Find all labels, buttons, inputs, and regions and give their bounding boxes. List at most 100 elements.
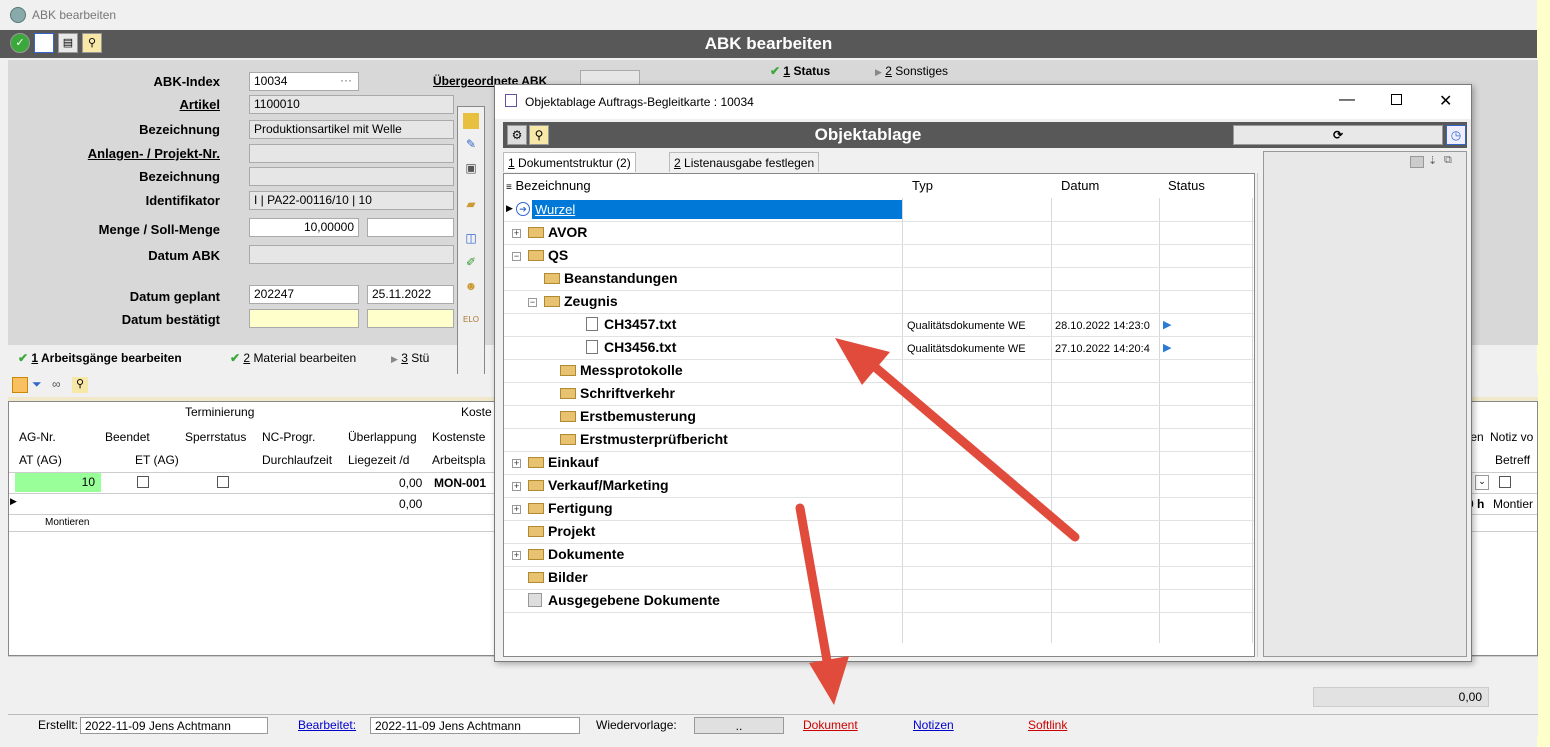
tree-node-verkauf[interactable]: + Verkauf/Marketing xyxy=(512,477,669,493)
liegezeit-cell[interactable]: 0,00 xyxy=(399,497,422,511)
kostenstelle-cell[interactable]: MON-001 xyxy=(434,476,486,490)
soll-menge-field[interactable] xyxy=(367,218,454,237)
tree-node-avor[interactable]: + AVOR xyxy=(512,224,587,240)
artikel-field[interactable]: 1100010 xyxy=(249,95,454,114)
filter-icon[interactable]: ⏷ xyxy=(32,377,48,393)
edit-doc-icon[interactable]: ✐ xyxy=(463,255,479,271)
liegezeit-cell[interactable]: 0,00 xyxy=(399,476,422,490)
tab-listenausgabe[interactable]: 2 Listenausgabe festlegen xyxy=(669,152,820,172)
tree-label[interactable]: Wurzel xyxy=(535,202,575,217)
col-notiz[interactable]: Notiz vo xyxy=(1490,430,1533,444)
col-bezeichnung[interactable]: ≡ Bezeichnung xyxy=(506,178,591,193)
tree-node-einkauf[interactable]: + Einkauf xyxy=(512,454,599,470)
col-ueberlappung[interactable]: Überlappung xyxy=(348,430,417,444)
expand-icon[interactable]: + xyxy=(512,459,521,468)
col-nc-progr[interactable]: NC-Progr. xyxy=(262,430,315,444)
col-datum[interactable]: Datum xyxy=(1061,178,1099,193)
bearbeitet-link[interactable]: Bearbeitet: xyxy=(298,718,356,732)
col-at[interactable]: AT (AG) xyxy=(19,453,62,467)
tree-node-ausgegebene-dokumente[interactable]: Ausgegebene Dokumente xyxy=(528,592,720,608)
softlink-link[interactable]: Softlink xyxy=(1028,718,1067,732)
tree-node-qs[interactable]: − QS xyxy=(512,247,568,263)
tree-node-schriftverkehr[interactable]: Schriftverkehr xyxy=(560,385,675,401)
collapse-icon[interactable]: − xyxy=(528,298,537,307)
tree-node-erstbemusterung[interactable]: Erstbemusterung xyxy=(560,408,696,424)
tab-material[interactable]: ✔ 2 Material bearbeiten xyxy=(230,351,356,365)
users-icon[interactable]: ☻ xyxy=(463,279,479,295)
play-status-icon[interactable]: ▶ xyxy=(1163,341,1171,354)
datum-geplant-week[interactable]: 202247 xyxy=(249,285,359,304)
tab-sonstiges[interactable]: ▶ 2 Sonstiges xyxy=(875,64,948,78)
collapse-icon[interactable]: − xyxy=(512,252,521,261)
grid-icon[interactable] xyxy=(12,377,28,393)
pencil-icon[interactable]: ✎ xyxy=(463,137,479,153)
folder-open-icon[interactable]: ▰ xyxy=(463,197,479,213)
datum-geplant-date[interactable]: 25.11.2022 xyxy=(367,285,454,304)
col-sperrstatus[interactable]: Sperrstatus xyxy=(185,430,246,444)
tab-dokumentstruktur[interactable]: 1 Dokumentstruktur (2) xyxy=(503,152,636,172)
bezeichnung-field[interactable]: Produktionsartikel mit Welle xyxy=(249,120,454,139)
dokument-link[interactable]: Dokument xyxy=(803,718,858,732)
preview-image-icon[interactable] xyxy=(1410,156,1424,168)
dropdown-icon[interactable]: ⌄ xyxy=(1475,475,1489,490)
expand-icon[interactable]: + xyxy=(512,505,521,514)
tree-node-fertigung[interactable]: + Fertigung xyxy=(512,500,613,516)
betreff-cell[interactable]: Montier xyxy=(1493,497,1533,511)
col-typ[interactable]: Typ xyxy=(912,178,933,193)
wurzel-selection[interactable] xyxy=(532,200,902,219)
tree-node-projekt[interactable]: Projekt xyxy=(528,523,595,539)
col-durchlaufzeit[interactable]: Durchlaufzeit xyxy=(262,453,332,467)
sort-icon[interactable]: ⇣ xyxy=(1428,154,1437,167)
database-icon[interactable] xyxy=(463,113,479,129)
anlagen-field[interactable] xyxy=(249,144,454,163)
col-beendet[interactable]: Beendet xyxy=(105,430,150,444)
col-status[interactable]: Status xyxy=(1168,178,1205,193)
tab-arbeitsgaenge[interactable]: ✔ 1 Arbeitsgänge bearbeiten xyxy=(18,351,182,365)
splitter[interactable] xyxy=(1257,173,1262,657)
tree-node-bilder[interactable]: Bilder xyxy=(528,569,588,585)
camera-icon[interactable]: ▣ xyxy=(463,161,479,177)
expand-icon[interactable]: + xyxy=(512,551,521,560)
datum-bestaetigt-week[interactable] xyxy=(249,309,359,328)
close-icon[interactable]: ✕ xyxy=(1439,91,1452,111)
bezeichnung2-field[interactable] xyxy=(249,167,454,186)
maximize-icon[interactable] xyxy=(1391,94,1402,105)
wiedervorlage-button[interactable]: .. xyxy=(694,717,784,734)
artikel-label[interactable]: Artikel xyxy=(0,97,220,112)
sperrstatus-checkbox[interactable] xyxy=(217,476,229,488)
tab-stueckliste[interactable]: ▶ 3 Stü xyxy=(391,351,429,365)
identifikator-field[interactable]: I | PA22-00116/10 | 10 xyxy=(249,191,454,210)
elo-icon[interactable]: ELO xyxy=(463,315,479,331)
tree-node-erstmusterpruefbericht[interactable]: Erstmusterprüfbericht xyxy=(560,431,728,447)
tree-node-messprotokolle[interactable]: Messprotokolle xyxy=(560,362,683,378)
datum-bestaetigt-date[interactable] xyxy=(367,309,454,328)
col-kostenstelle[interactable]: Kostenste xyxy=(432,430,485,444)
col-betreff[interactable]: Betreff xyxy=(1495,453,1530,467)
notiz-checkbox[interactable] xyxy=(1499,476,1511,488)
tree-row-wurzel[interactable]: ▶ ➔ Wurzel xyxy=(504,198,902,221)
tree-node-dokumente[interactable]: + Dokumente xyxy=(512,546,624,562)
restore-icon[interactable]: ⧉ xyxy=(1444,154,1452,167)
clock-icon[interactable]: ◷ xyxy=(1446,125,1466,145)
expand-icon[interactable]: + xyxy=(512,229,521,238)
col-arbeitsplatz[interactable]: Arbeitspla xyxy=(432,453,485,467)
ag-nr-cell[interactable]: 10 xyxy=(15,473,101,492)
notizen-link[interactable]: Notizen xyxy=(913,718,954,732)
tab-status[interactable]: ✔ 1 Status xyxy=(770,64,830,78)
col-et[interactable]: ET (AG) xyxy=(135,453,179,467)
col-ag-nr[interactable]: AG-Nr. xyxy=(19,430,56,444)
beendet-checkbox[interactable] xyxy=(137,476,149,488)
preview-icon[interactable]: ◫ xyxy=(463,231,479,247)
anlagen-label[interactable]: Anlagen- / Projekt-Nr. xyxy=(0,146,220,161)
tree-node-beanstandungen[interactable]: Beanstandungen xyxy=(544,270,678,286)
expand-icon[interactable]: + xyxy=(512,482,521,491)
search-icon[interactable]: ⚲ xyxy=(72,377,88,393)
datum-abk-field[interactable] xyxy=(249,245,454,264)
refresh-button[interactable]: ⟳ xyxy=(1233,125,1443,145)
ellipsis-icon[interactable]: ··· xyxy=(340,73,352,87)
tree-file-ch3456[interactable]: CH3456.txt xyxy=(586,339,676,355)
tree-file-ch3457[interactable]: CH3457.txt xyxy=(586,316,676,332)
abk-index-field[interactable]: 10034 ··· xyxy=(249,72,359,91)
play-status-icon[interactable]: ▶ xyxy=(1163,318,1171,331)
link-icon[interactable]: ∞ xyxy=(52,377,68,393)
